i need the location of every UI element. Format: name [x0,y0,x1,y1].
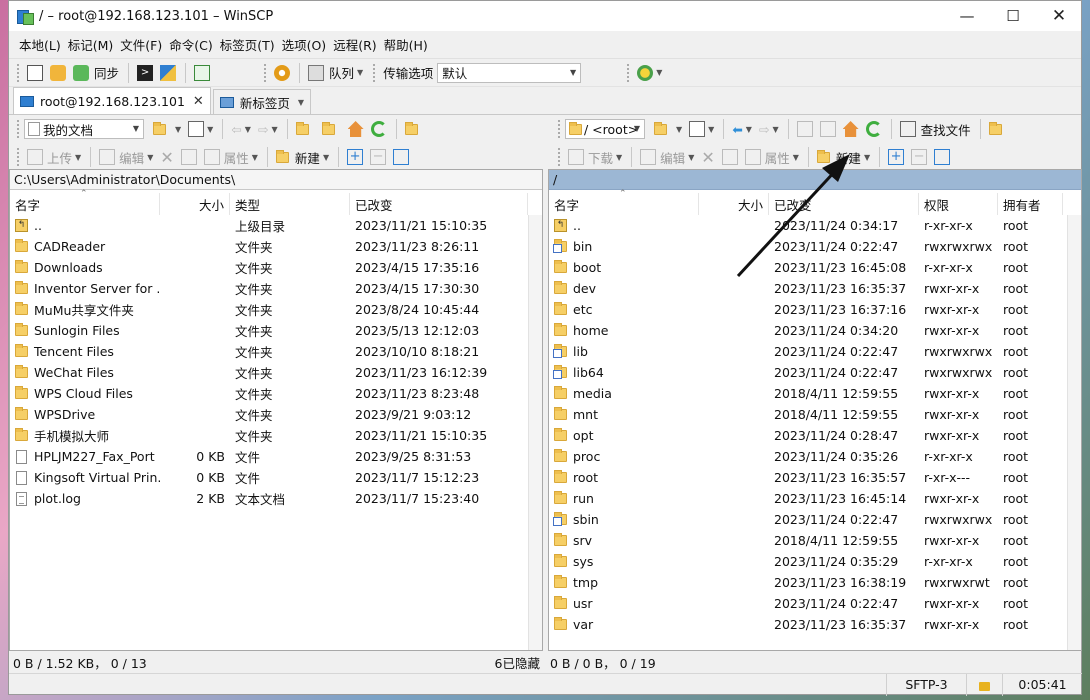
annotation-arrow [736,154,850,278]
arrow-line [736,166,840,278]
arrow-head [822,154,850,182]
